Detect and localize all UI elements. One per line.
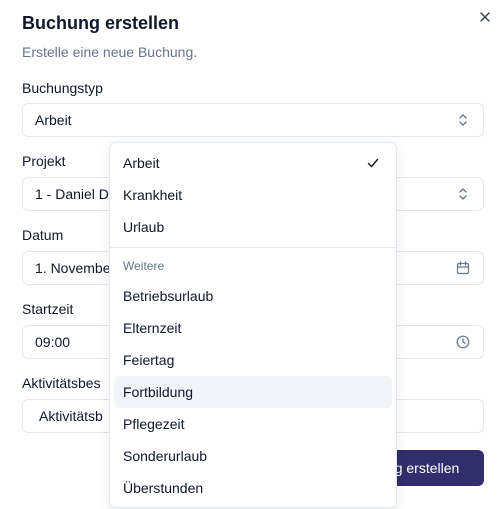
option-label: Betriebsurlaub [123,288,214,304]
option-sonderurlaub[interactable]: Sonderurlaub [114,440,392,472]
booking-type-label: Buchungstyp [22,80,103,96]
close-icon[interactable] [476,8,494,26]
option-urlaub[interactable]: Urlaub [114,211,392,243]
option-krankheit[interactable]: Krankheit [114,179,392,211]
menu-separator [110,247,396,248]
option-elternzeit[interactable]: Elternzeit [114,312,392,344]
chevrons-up-down-icon [456,113,470,127]
option-pflegezeit[interactable]: Pflegezeit [114,408,392,440]
start-time-label: Startzeit [22,301,74,317]
option-label: Urlaub [123,219,165,235]
dialog-description: Erstelle eine neue Buchung. [22,44,198,60]
booking-type-value: Arbeit [35,112,72,128]
booking-type-select[interactable]: Arbeit [22,103,484,137]
option-label: Arbeit [123,155,160,171]
dialog-title: Buchung erstellen [22,13,180,33]
option-label: Überstunden [123,480,204,496]
option-betriebsurlaub[interactable]: Betriebsurlaub [114,280,392,312]
activity-placeholder: Aktivitätsb [39,408,103,424]
option-ueberstunden[interactable]: Überstunden [114,472,392,504]
start-time-value: 09:00 [35,334,71,350]
clock-icon [456,335,470,349]
menu-group-label: Weitere [123,259,165,273]
activity-label: Aktivitätsbes [22,375,101,391]
option-label: Krankheit [123,187,183,203]
project-value: 1 - Daniel D [35,186,109,202]
option-label: Pflegezeit [123,416,185,432]
calendar-icon [456,261,470,275]
option-label: Sonderurlaub [123,448,208,464]
option-label: Elternzeit [123,320,182,336]
check-icon [367,158,379,168]
chevrons-up-down-icon [456,187,470,201]
option-arbeit[interactable]: Arbeit [114,147,392,179]
option-fortbildung[interactable]: Fortbildung [114,376,392,408]
booking-type-dropdown: Arbeit Krankheit Urlaub Weitere Betriebs… [109,142,397,508]
option-label: Feiertag [123,352,175,368]
date-label: Datum [22,227,64,243]
date-value: 1. Novembe [35,260,111,276]
option-label: Fortbildung [123,384,194,400]
option-feiertag[interactable]: Feiertag [114,344,392,376]
project-label: Projekt [22,153,66,169]
